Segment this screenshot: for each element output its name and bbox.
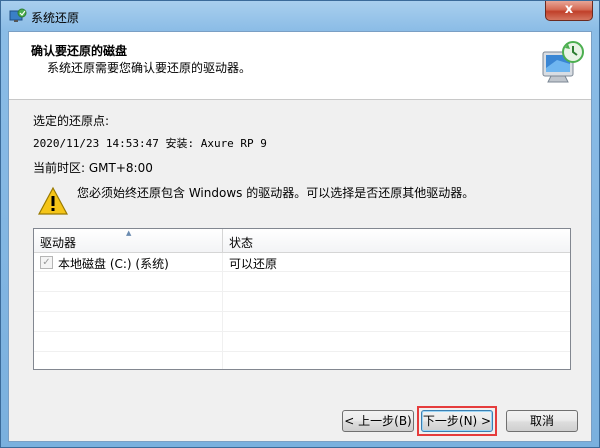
restore-point-value: 2020/11/23 14:53:47 安装: Axure RP 9 (33, 137, 267, 150)
drive-list[interactable]: ▲ 驱动器 状态 ✓ 本地磁盘 (C:) (系统) 可以还原 (33, 228, 571, 370)
drive-status: 可以还原 (229, 257, 278, 271)
page-title: 确认要还原的磁盘 (31, 44, 128, 58)
title-bar[interactable]: 系统还原 x (1, 1, 599, 31)
table-row[interactable]: ✓ 本地磁盘 (C:) (系统) 可以还原 (34, 253, 570, 272)
system-restore-icon (9, 8, 27, 22)
restore-point-label: 选定的还原点: (33, 114, 110, 128)
system-restore-window: 系统还原 x 确认要还原的磁盘 系统还原需要您确认要还原的驱动器。 选定的还原点… (0, 0, 600, 448)
list-header: ▲ 驱动器 状态 (34, 229, 570, 253)
sort-ascending-icon: ▲ (126, 229, 132, 237)
cancel-button[interactable]: 取消 (506, 410, 578, 432)
table-row-empty (34, 273, 570, 292)
table-row-empty (34, 333, 570, 352)
page-subtitle: 系统还原需要您确认要还原的驱动器。 (47, 61, 252, 75)
warning-text: 您必须始终还原包含 Windows 的驱动器。可以选择是否还原其他驱动器。 (77, 186, 475, 200)
next-button[interactable]: 下一步(N) > (421, 410, 493, 432)
wizard-header: 确认要还原的磁盘 系统还原需要您确认要还原的驱动器。 (9, 32, 591, 100)
table-row-empty (34, 293, 570, 312)
back-button[interactable]: < 上一步(B) (342, 410, 414, 432)
warning-icon (37, 186, 69, 215)
table-row-empty (34, 313, 570, 332)
restore-computer-icon (542, 41, 584, 83)
window-title: 系统还原 (31, 11, 80, 25)
column-divider[interactable] (222, 229, 223, 253)
column-header-drive[interactable]: 驱动器 (40, 234, 76, 251)
timezone-text: 当前时区: GMT+8:00 (33, 161, 153, 175)
column-header-status[interactable]: 状态 (229, 234, 253, 251)
check-icon: ✓ (42, 257, 51, 268)
drive-name: 本地磁盘 (C:) (系统) (58, 257, 169, 271)
close-icon: x (564, 2, 574, 17)
dialog-client-area: 确认要还原的磁盘 系统还原需要您确认要还原的驱动器。 选定的还原点: 2020/… (8, 31, 592, 442)
close-button[interactable]: x (545, 1, 593, 21)
drive-checkbox[interactable]: ✓ (40, 256, 53, 269)
